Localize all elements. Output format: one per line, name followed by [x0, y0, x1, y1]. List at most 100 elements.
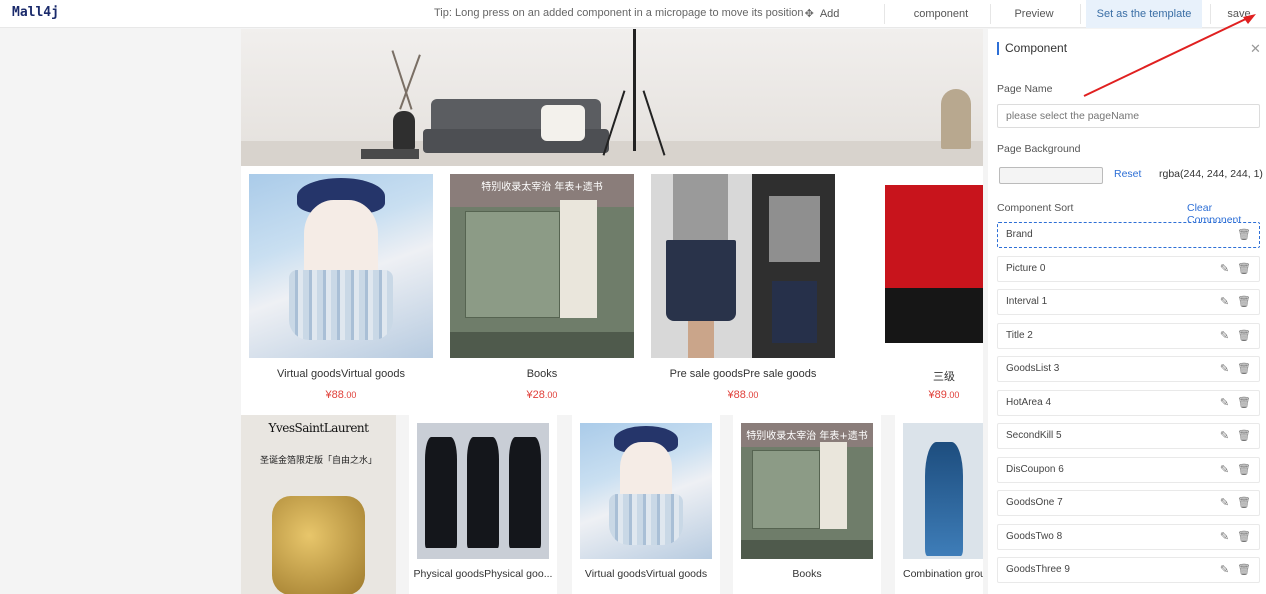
price-int: 88 — [331, 389, 344, 401]
edit-icon[interactable]: ✎ — [1220, 263, 1229, 275]
goods-card[interactable]: Virtual goodsVirtual goods — [572, 415, 720, 594]
goods-card[interactable]: Virtual goodsVirtual goods ¥88.00 — [241, 166, 433, 416]
goods-card[interactable]: Combination grou — [895, 415, 983, 594]
component-sort-label: GoodsThree 9 — [1006, 564, 1070, 575]
image-detail — [820, 442, 847, 530]
image-detail — [509, 436, 542, 549]
component-sort-item[interactable]: GoodsOne 7 ✎ 🗑 — [997, 490, 1260, 516]
image-detail — [768, 196, 821, 263]
page-name-input[interactable] — [997, 104, 1260, 128]
image-detail — [289, 269, 393, 340]
delete-icon[interactable]: 🗑 — [1237, 463, 1251, 476]
delete-icon[interactable]: 🗑 — [1237, 295, 1251, 308]
goods-image — [249, 174, 433, 358]
delete-icon[interactable]: 🗑 — [1237, 429, 1251, 442]
top-toolbar: Mall4j Tip: Long press on an added compo… — [0, 0, 1266, 48]
image-detail — [885, 185, 983, 289]
micropage-canvas[interactable]: Virtual goodsVirtual goods ¥88.00 特别收录太宰… — [241, 29, 983, 594]
ysl-logo: YvesSaintLaurent — [268, 421, 369, 435]
preview-button[interactable]: Preview — [996, 0, 1072, 28]
delete-icon[interactable]: 🗑 — [1237, 396, 1251, 409]
add-component-button[interactable]: ✥Add component — [776, 0, 868, 48]
panel-title: Component — [997, 42, 1067, 55]
delete-icon[interactable]: 🗑 — [1237, 329, 1251, 342]
item-actions: ✎ 🗑 — [1212, 257, 1251, 281]
price-dec: .00 — [343, 390, 357, 400]
component-sort-label: GoodsTwo 8 — [1006, 530, 1063, 542]
item-actions: ✎ 🗑 — [1212, 290, 1251, 314]
delete-icon[interactable]: 🗑 — [1237, 530, 1251, 543]
component-sort-label: SecondKill 5 — [1006, 430, 1062, 441]
component-sort-label: Brand — [1006, 229, 1033, 240]
reset-button[interactable]: Reset — [1114, 168, 1141, 180]
banner-vase — [393, 111, 415, 151]
delete-icon[interactable]: 🗑 — [1237, 262, 1251, 275]
edit-icon[interactable]: ✎ — [1220, 497, 1229, 509]
goods-card[interactable]: Physical goodsPhysical goo... — [409, 415, 557, 594]
image-detail — [467, 436, 499, 549]
banner-table — [361, 149, 419, 159]
component-sort-item[interactable]: Interval 1 ✎ 🗑 — [997, 289, 1260, 315]
component-sort-item[interactable]: GoodsTwo 8 ✎ 🗑 — [997, 523, 1260, 550]
item-actions: ✎ 🗑 — [1212, 525, 1251, 549]
delete-icon[interactable]: 🗑 — [1237, 563, 1251, 576]
banner-image[interactable] — [241, 29, 983, 166]
component-sort-item[interactable]: HotArea 4 ✎ 🗑 — [997, 389, 1260, 416]
component-sort-item[interactable]: DisCoupon 6 ✎ 🗑 — [997, 456, 1260, 483]
set-template-button[interactable]: Set as the template — [1086, 0, 1202, 28]
component-sort-item[interactable]: GoodsThree 9 ✎ 🗑 — [997, 557, 1260, 583]
image-detail — [751, 450, 821, 530]
goods-price: ¥88.00 — [241, 389, 441, 401]
price-int: 89 — [934, 389, 947, 401]
goods-card[interactable]: Pre sale goodsPre sale goods ¥88.00 — [643, 166, 835, 416]
goods-name: Combination grou — [903, 568, 983, 580]
component-sort-label: Component Sort — [997, 202, 1074, 214]
save-button[interactable]: save — [1216, 0, 1262, 28]
background-value: rgba(244, 244, 244, 1) — [1159, 168, 1263, 180]
edit-icon[interactable]: ✎ — [1220, 397, 1229, 409]
component-sort-label: GoodsOne 7 — [1006, 497, 1063, 508]
edit-icon[interactable]: ✎ — [1220, 296, 1229, 308]
delete-icon[interactable]: 🗑 — [1237, 496, 1251, 509]
image-detail — [609, 493, 683, 546]
goods-card[interactable]: YvesSaintLaurent 圣诞金箔限定版「自由之水」 — [241, 415, 396, 594]
goods-list-row: Virtual goodsVirtual goods ¥88.00 特别收录太宰… — [241, 166, 983, 416]
goods-name: 三级 — [933, 371, 955, 383]
component-sort-item[interactable]: Brand 🗑 — [997, 222, 1260, 248]
component-sort-label: Interval 1 — [1006, 296, 1048, 307]
edit-icon[interactable]: ✎ — [1220, 430, 1229, 442]
goods-name: Books — [792, 568, 822, 580]
image-detail — [560, 199, 598, 318]
image-detail — [464, 210, 561, 318]
edit-icon[interactable]: ✎ — [1220, 464, 1229, 476]
edit-icon[interactable]: ✎ — [1220, 531, 1229, 543]
goods-card[interactable]: 三级 ¥89.00 — [844, 166, 983, 416]
divider — [1210, 4, 1211, 24]
edit-icon[interactable]: ✎ — [1220, 330, 1229, 342]
price-dec: .00 — [544, 390, 558, 400]
component-sort-item[interactable]: Title 2 ✎ 🗑 — [997, 322, 1260, 349]
close-icon[interactable]: ✕ — [1250, 41, 1261, 57]
goods-image — [852, 174, 983, 358]
color-picker[interactable] — [999, 167, 1103, 184]
component-sort-label: HotArea 4 — [1006, 396, 1052, 408]
goods-card[interactable]: 特别收录太宰治 年表+遗书 Books ¥28.00 — [442, 166, 634, 416]
banner-plant — [941, 89, 971, 149]
delete-icon[interactable]: 🗑 — [1237, 362, 1251, 375]
tip-text: Tip: Long press on an added component in… — [434, 7, 804, 19]
item-actions: ✎ 🗑 — [1212, 324, 1251, 348]
image-detail — [687, 321, 714, 358]
component-button[interactable]: component — [898, 0, 984, 28]
goods-image: 特别收录太宰治 年表+遗书 — [450, 174, 634, 358]
image-detail — [885, 288, 983, 344]
component-sort-item[interactable]: GoodsList 3 ✎ 🗑 — [997, 356, 1260, 382]
edit-icon[interactable]: ✎ — [1220, 363, 1229, 375]
delete-icon[interactable]: 🗑 — [1237, 228, 1251, 241]
component-sort-item[interactable]: SecondKill 5 ✎ 🗑 — [997, 423, 1260, 449]
edit-icon[interactable]: ✎ — [1220, 564, 1229, 576]
image-detail — [673, 174, 729, 241]
goods-card[interactable]: 特别收录太宰治 年表+遗书 Books — [733, 415, 881, 594]
component-sort-item[interactable]: Picture 0 ✎ 🗑 — [997, 255, 1260, 282]
goods-name: Books — [526, 368, 558, 380]
item-actions: ✎ 🗑 — [1212, 458, 1251, 482]
